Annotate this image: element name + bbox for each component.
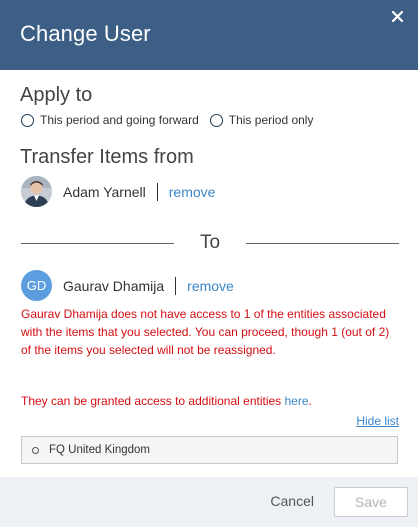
remove-from-user-link[interactable]: remove bbox=[169, 184, 216, 200]
bullet-icon bbox=[32, 446, 39, 454]
apply-to-heading: Apply to bbox=[20, 84, 93, 106]
radio-period-forward[interactable]: This period and going forward bbox=[21, 113, 199, 127]
grant-access-link[interactable]: here bbox=[285, 394, 309, 408]
close-button[interactable] bbox=[386, 5, 408, 27]
save-button[interactable]: Save bbox=[334, 487, 408, 517]
dialog-footer: Cancel Save bbox=[0, 477, 418, 527]
to-label: To bbox=[199, 232, 221, 253]
radio-label: This period and going forward bbox=[40, 113, 199, 127]
close-icon bbox=[391, 10, 403, 22]
to-user-row: GD Gaurav Dhamija remove bbox=[21, 270, 234, 301]
dialog-header: Change User bbox=[0, 0, 418, 70]
radio-circle-icon bbox=[209, 113, 223, 127]
radio-label: This period only bbox=[228, 113, 314, 127]
to-user-name: Gaurav Dhamija bbox=[63, 277, 165, 294]
access-grant-text: They can be granted access to additional… bbox=[21, 394, 312, 408]
separator bbox=[156, 182, 158, 201]
dialog-title: Change User bbox=[20, 21, 151, 46]
separator bbox=[175, 276, 177, 295]
from-user-name: Adam Yarnell bbox=[63, 183, 146, 200]
entity-list: FQ United Kingdom bbox=[21, 436, 398, 464]
hide-list-link[interactable]: Hide list bbox=[356, 414, 399, 428]
radio-circle-icon bbox=[21, 113, 34, 127]
avatar bbox=[21, 176, 52, 207]
transfer-from-heading: Transfer Items from bbox=[20, 146, 194, 168]
access-warning-message: Gaurav Dhamija does not have access to 1… bbox=[21, 307, 390, 357]
list-item: FQ United Kingdom bbox=[49, 444, 150, 456]
radio-period-only[interactable]: This period only bbox=[209, 113, 314, 127]
to-divider: To bbox=[21, 232, 400, 254]
remove-to-user-link[interactable]: remove bbox=[187, 278, 234, 294]
apply-to-options: This period and going forward This perio… bbox=[21, 113, 313, 127]
avatar: GD bbox=[21, 270, 52, 301]
from-user-row: Adam Yarnell remove bbox=[21, 176, 215, 207]
cancel-button[interactable]: Cancel bbox=[270, 493, 314, 509]
